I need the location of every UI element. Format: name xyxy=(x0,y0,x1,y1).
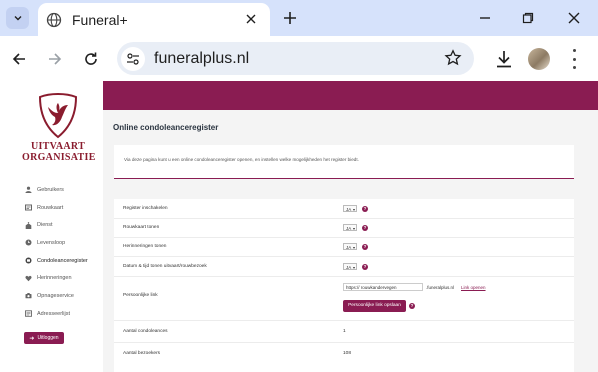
form-row-personal-link: Persoonlijke link https:// rouwkanderveg… xyxy=(114,276,574,321)
user-icon xyxy=(25,186,32,194)
form-row-condolences: Aantal condoleances 1 xyxy=(114,320,574,343)
church-icon xyxy=(25,221,32,229)
logo: UITVAART ORGANISATIE xyxy=(22,93,96,173)
sidebar-menu: Gebruikers Rouwkaart Dienst Levensloop C… xyxy=(25,181,103,323)
form-row: Datum & tijd tonen uitvaart/rouwbezoek J… xyxy=(114,256,574,277)
sidebar-item-label: Gebruikers xyxy=(37,186,64,193)
show-memories-select[interactable]: JA ▾ xyxy=(343,243,357,250)
new-tab-button[interactable] xyxy=(280,8,300,28)
logout-label: Uitloggen xyxy=(37,335,59,341)
tune-icon xyxy=(127,53,139,65)
row-label: Persoonlijke link xyxy=(123,293,158,298)
page-viewport: UITVAART ORGANISATIE Gebruikers Rouwkaar… xyxy=(0,81,598,372)
info-text: Via deze pagina kunt u een online condol… xyxy=(124,157,359,162)
sidebar-item-levensloop[interactable]: Levensloop xyxy=(25,234,103,252)
browser-toolbar: funeralplus.nl xyxy=(0,36,598,81)
save-personal-link-button[interactable]: Persoonlijke link opslaan xyxy=(343,300,406,312)
sidebar-item-label: Condoleanceregister xyxy=(37,257,88,264)
sidebar-item-condoleanceregister[interactable]: Condoleanceregister xyxy=(25,252,103,270)
register-icon xyxy=(25,257,32,264)
sign-out-icon: ➜ xyxy=(29,335,35,342)
sidebar: UITVAART ORGANISATIE Gebruikers Rouwkaar… xyxy=(0,81,103,372)
info-card: Via deze pagina kunt u een online condol… xyxy=(114,145,574,179)
minimize-icon xyxy=(480,17,490,19)
arrow-left-icon xyxy=(12,53,25,65)
sidebar-item-herinneringen[interactable]: Herinneringen xyxy=(25,269,103,287)
reload-button[interactable] xyxy=(80,48,102,70)
tab-strip: Funeral+ xyxy=(0,0,598,36)
close-icon xyxy=(246,14,256,24)
close-icon xyxy=(568,12,580,24)
camera-icon xyxy=(25,292,32,299)
row-label: Herinneringen tonen xyxy=(123,244,167,249)
globe-icon xyxy=(46,12,62,28)
browser-tab[interactable]: Funeral+ xyxy=(38,3,270,36)
more-menu-button[interactable] xyxy=(567,49,581,69)
show-datetime-select[interactable]: JA ▾ xyxy=(343,263,357,270)
maximize-button[interactable] xyxy=(518,8,538,28)
logo-line-1: UITVAART xyxy=(30,141,86,152)
page-title: Online condoleanceregister xyxy=(113,123,219,132)
clock-icon xyxy=(25,239,32,246)
chevron-down-icon xyxy=(14,16,21,21)
minimize-button[interactable] xyxy=(475,8,495,28)
sidebar-item-label: Dienst xyxy=(37,222,53,229)
download-icon[interactable] xyxy=(493,48,515,70)
sidebar-item-gebruikers[interactable]: Gebruikers xyxy=(25,181,103,199)
row-label: Datum & tijd tonen uitvaart/rouwbezoek xyxy=(123,264,207,269)
close-window-button[interactable] xyxy=(564,8,584,28)
personal-link-suffix: .funeralplus.nl xyxy=(426,285,455,290)
avatar[interactable] xyxy=(528,48,550,70)
row-label: Rouwkaart tonen xyxy=(123,225,160,230)
logout-button[interactable]: ➜ Uitloggen xyxy=(24,332,64,344)
visitors-count: 108 xyxy=(343,351,352,356)
row-label: Aantal condoleances xyxy=(123,329,168,334)
help-icon[interactable]: ? xyxy=(362,244,368,250)
help-icon[interactable]: ? xyxy=(362,225,368,231)
row-label: Aantal bezoekers xyxy=(123,351,161,356)
tab-title: Funeral+ xyxy=(72,12,128,28)
sidebar-item-rouwkaart[interactable]: Rouwkaart xyxy=(25,199,103,217)
show-card-select[interactable]: JA ▾ xyxy=(343,224,357,231)
sidebar-item-opnageservice[interactable]: Opnageservice xyxy=(25,287,103,305)
settings-form: Register inschakelen JA ▾ ? Rouwkaart ton… xyxy=(114,199,574,372)
dove-shield-icon xyxy=(38,93,78,139)
plus-icon xyxy=(284,12,296,24)
address-bar[interactable]: funeralplus.nl xyxy=(117,42,474,75)
sidebar-item-dienst[interactable]: Dienst xyxy=(25,216,103,234)
url-text[interactable]: funeralplus.nl xyxy=(154,50,249,68)
open-link[interactable]: Link openen xyxy=(461,285,486,290)
help-icon[interactable]: ? xyxy=(362,206,368,212)
page-header-bar xyxy=(103,81,598,110)
form-row: Register inschakelen JA ▾ ? xyxy=(114,199,574,219)
tab-search-button[interactable] xyxy=(6,7,29,29)
heart-icon xyxy=(25,275,32,282)
sidebar-item-label: Opnageservice xyxy=(37,292,74,299)
sidebar-item-label: Levensloop xyxy=(37,239,66,246)
sidebar-item-label: Adresseerlijst xyxy=(37,310,71,317)
close-tab-button[interactable] xyxy=(242,10,260,28)
card-icon xyxy=(25,204,32,211)
arrow-right-icon xyxy=(49,53,62,65)
personal-link-input[interactable]: https:// rouwkandervegen xyxy=(343,283,423,291)
forward-button[interactable] xyxy=(44,48,66,70)
register-enabled-select[interactable]: JA ▾ xyxy=(343,205,357,212)
form-row-visitors: Aantal bezoekers 108 xyxy=(114,342,574,364)
row-label: Register inschakelen xyxy=(123,206,168,211)
sidebar-item-label: Herinneringen xyxy=(37,275,72,282)
reload-icon xyxy=(85,52,97,65)
logo-line-2: ORGANISATIE xyxy=(22,152,96,163)
star-icon[interactable] xyxy=(444,49,462,67)
site-info-button[interactable] xyxy=(121,47,145,71)
help-icon[interactable]: ? xyxy=(362,264,368,270)
sidebar-item-adresseerlijst[interactable]: Adresseerlijst xyxy=(25,305,103,323)
address-icon xyxy=(25,310,32,317)
form-row: Rouwkaart tonen JA ▾ ? xyxy=(114,218,574,238)
form-row: Herinneringen tonen JA ▾ ? xyxy=(114,237,574,257)
condolences-count: 1 xyxy=(343,329,346,334)
sidebar-item-label: Rouwkaart xyxy=(37,204,64,211)
help-icon[interactable]: ? xyxy=(409,303,415,309)
restore-icon xyxy=(522,12,534,24)
back-button[interactable] xyxy=(8,48,30,70)
